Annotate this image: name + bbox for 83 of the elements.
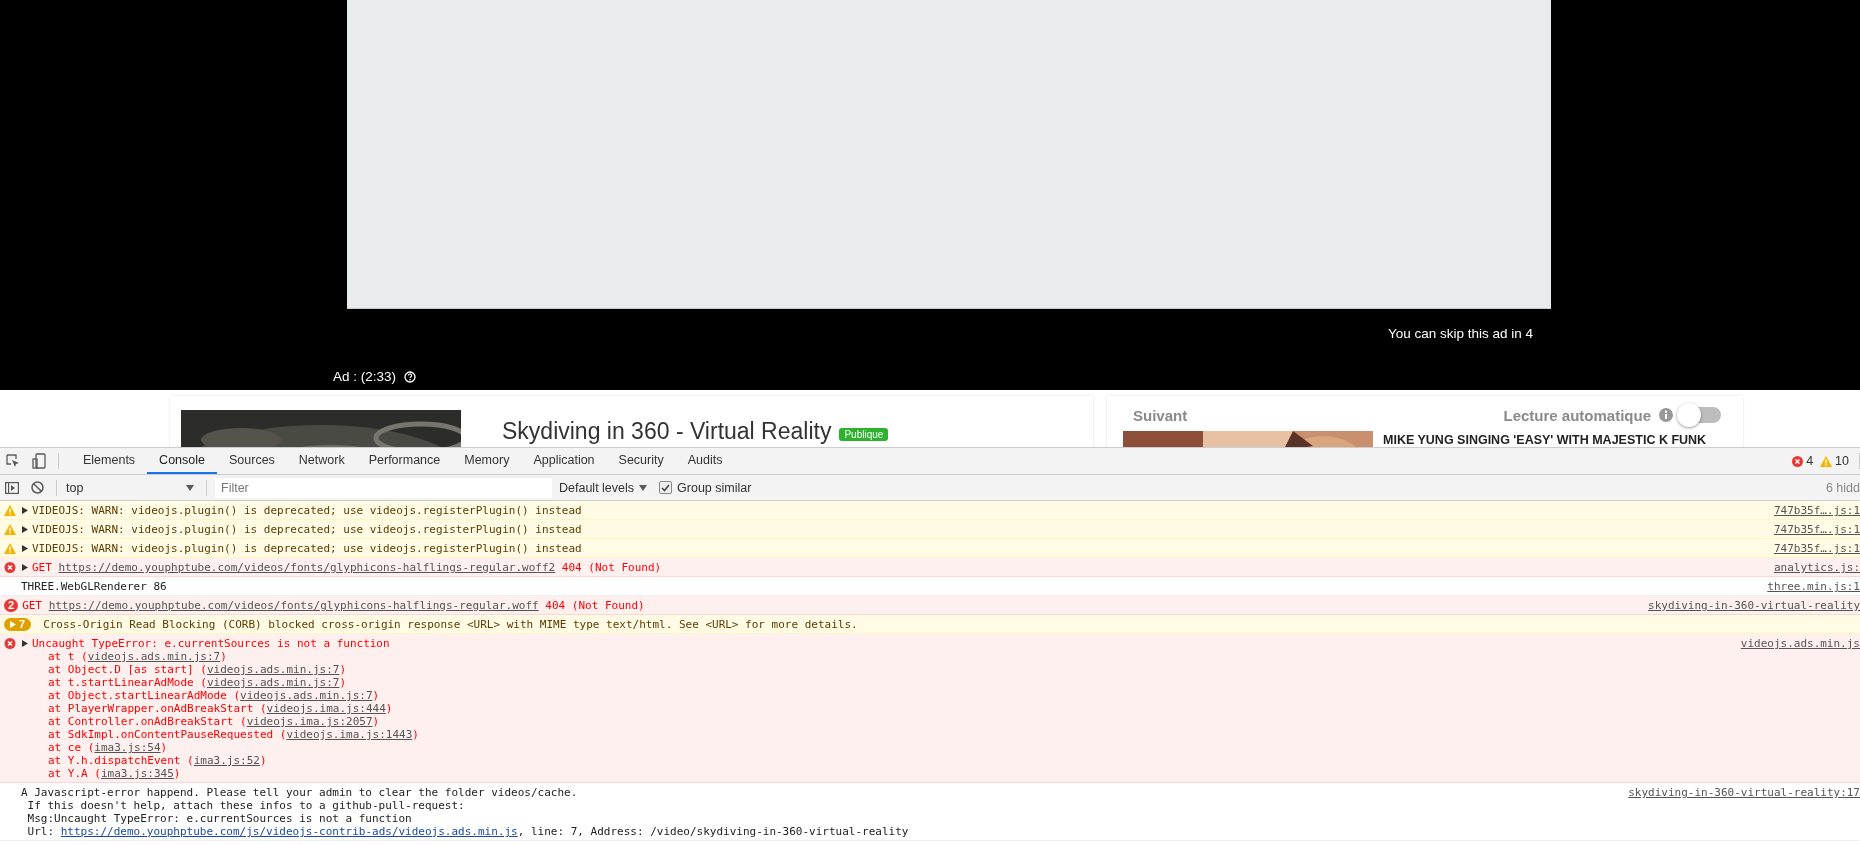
filter-field[interactable]: Filter (215, 477, 552, 498)
context-select[interactable]: top (65, 480, 204, 495)
url-link[interactable]: videojs.ads.min.js:7 (240, 689, 373, 702)
url-link[interactable]: ima3.js:345 (101, 767, 174, 780)
message-text: Uncaught TypeError: e.currentSources is not a function (32, 637, 391, 650)
message-text: GET https://demo.youphptube.com/videos/fonts/glyphicons-halflings-regular.woff 404 (Not Found) (22, 599, 645, 612)
stack-trace-line: at Object.startLinearAdMode (videojs.ads.min.js:7) (47, 689, 381, 702)
skip-notice: You can skip this ad in 4 (1387, 326, 1533, 341)
stack-trace-line: at ce (ima3.js:54) (47, 741, 169, 754)
url-link[interactable]: https://demo.youphptube.com/videos/fonts/glyphicons-halflings-regular.woff (48, 599, 539, 612)
inspect-icon[interactable] (6, 454, 20, 468)
source-link[interactable]: 747b35f….js:1 (1773, 542, 1860, 555)
warning-icon (4, 524, 16, 535)
devtools-tab[interactable]: Performance (356, 448, 453, 474)
url-link[interactable]: https://demo.youphptube.com/js/videojs-contrib-ads/videojs.ads.min.js (60, 825, 518, 838)
stack-trace-line: at t (videojs.ads.min.js:7) (47, 650, 228, 663)
error-count: 4 (1806, 454, 1814, 468)
message-text: Cross-Origin Read Blocking (CORB) blocked cross-origin response <URL> with MIME type text/html. See <URL> for more details. (43, 618, 858, 631)
url-link[interactable]: videojs.ima.js:444 (266, 702, 386, 715)
stack-trace-line: at Controller.onAdBreakStart (videojs.ima.js:2057) (47, 715, 381, 728)
sidebar-icon[interactable] (5, 481, 19, 494)
warning-count: 10 (1835, 454, 1849, 468)
url-link[interactable]: videojs.ima.js:1443 (286, 728, 413, 741)
stack-trace-line: at SdkImpl.onContentPauseRequested (videojs.ima.js:1443) (47, 728, 419, 741)
url-link[interactable]: videojs.ads.min.js:7 (206, 663, 340, 676)
source-link[interactable]: three.min.js:1 (1767, 580, 1860, 593)
hidden-count: 6 hidd (1825, 480, 1860, 495)
url-link[interactable]: videojs.ima.js:2057 (246, 715, 373, 728)
error-icon (1792, 455, 1804, 467)
log-levels-dropdown[interactable]: Default levels (559, 480, 648, 495)
stack-trace-line: at Y.h.dispatchEvent (ima3.js:52) (47, 754, 268, 767)
stack-trace-line: at PlayerWrapper.onAdBreakStart (videojs.ima.js:444) (47, 702, 394, 715)
message-text: A Javascript-error happend. Please tell your admin to clear the folder videos/cache. (21, 786, 579, 799)
devtools-tab[interactable]: Elements (71, 448, 148, 474)
group-similar-checkbox[interactable] (659, 481, 673, 494)
source-link[interactable]: videojs.ads.min.js (1740, 637, 1860, 650)
stack-trace-line: at Object.D [as start] (videojs.ads.min.js:7) (47, 663, 348, 676)
caret-icon (186, 484, 194, 491)
message-text: THREE.WebGLRenderer 86 (21, 580, 167, 593)
caret-icon (639, 484, 648, 491)
source-link[interactable]: 747b35f….js:1 (1773, 523, 1860, 536)
devtools-tab[interactable]: Audits (675, 448, 735, 474)
devtools-tab[interactable]: Memory (452, 448, 522, 474)
error-icon (4, 562, 16, 573)
devtools-tab[interactable]: Security (606, 448, 676, 474)
warning-icon (4, 543, 16, 554)
url-link[interactable]: videojs.ads.min.js:7 (87, 650, 221, 663)
source-link[interactable]: skydiving-in-360-virtual-reality (1648, 599, 1860, 612)
up-next-heading: Suivant (1133, 406, 1188, 424)
info-icon (1659, 408, 1673, 422)
ad-label: Ad : (2:33) (333, 369, 397, 384)
message-text: Url: https://demo.youphptube.com/js/videojs-contrib-ads/videojs.ads.min.js, line: 7, Address: /video/skydiving-in-360-virtual-reality (26, 825, 909, 838)
video-title: Skydiving in 360 - Virtual Reality (502, 417, 832, 445)
devtools-tab[interactable]: Sources (217, 448, 287, 474)
message-text: Msg:Uncaught TypeError: e.currentSources is not a function (26, 812, 413, 825)
message-text: VIDEOJS: WARN: videojs.plugin() is deprecated; use videojs.registerPlugin() instead (32, 542, 582, 555)
source-link[interactable]: skydiving-in-360-virtual-reality:17 (1628, 786, 1860, 799)
stack-trace-line: at t.startLinearAdMode (videojs.ads.min.js:7) (47, 676, 348, 689)
url-link[interactable]: ima3.js:52 (193, 754, 260, 767)
video-title[interactable]: MIKE YUNG SINGING 'EASY' WITH MAJESTIC K FUNK (1383, 433, 1707, 447)
status-badge: Publique (839, 427, 889, 441)
stack-trace-line: at Y.A (ima3.js:345) (47, 767, 182, 780)
error-icon (4, 638, 16, 649)
message-text: VIDEOJS: WARN: videojs.plugin() is deprecated; use videojs.registerPlugin() instead (32, 523, 582, 536)
devtools-tab[interactable]: Application (521, 448, 607, 474)
repeat-count-badge: 2 (4, 599, 19, 612)
message-text: VIDEOJS: WARN: videojs.plugin() is deprecated; use videojs.registerPlugin() instead (32, 504, 582, 517)
device-icon[interactable] (32, 453, 46, 469)
autoplay-label: Lecture automatique (1503, 406, 1651, 424)
source-link[interactable]: analytics.js: (1773, 561, 1860, 574)
group-similar-label: Group similar (677, 480, 752, 495)
devtools-tab[interactable]: Network (286, 448, 357, 474)
url-link[interactable]: videojs.ads.min.js:7 (206, 676, 340, 689)
clear-icon[interactable] (31, 481, 44, 494)
url-link[interactable]: ima3.js:54 (94, 741, 161, 754)
warning-icon (1820, 455, 1833, 467)
message-text: GET https://demo.youphptube.com/videos/fonts/glyphicons-halflings-regular.woff2 404 (Not Found) (32, 561, 662, 574)
help-icon[interactable] (404, 370, 417, 383)
repeat-count-badge: 7 (4, 618, 32, 631)
url-link[interactable]: https://demo.youphptube.com/videos/fonts/glyphicons-halflings-regular.woff2 (58, 561, 556, 574)
message-text: If this doesn't help, attach these infos to a github-pull-request: (26, 799, 466, 812)
source-link[interactable]: 747b35f….js:1 (1773, 504, 1860, 517)
warning-icon (4, 505, 16, 516)
